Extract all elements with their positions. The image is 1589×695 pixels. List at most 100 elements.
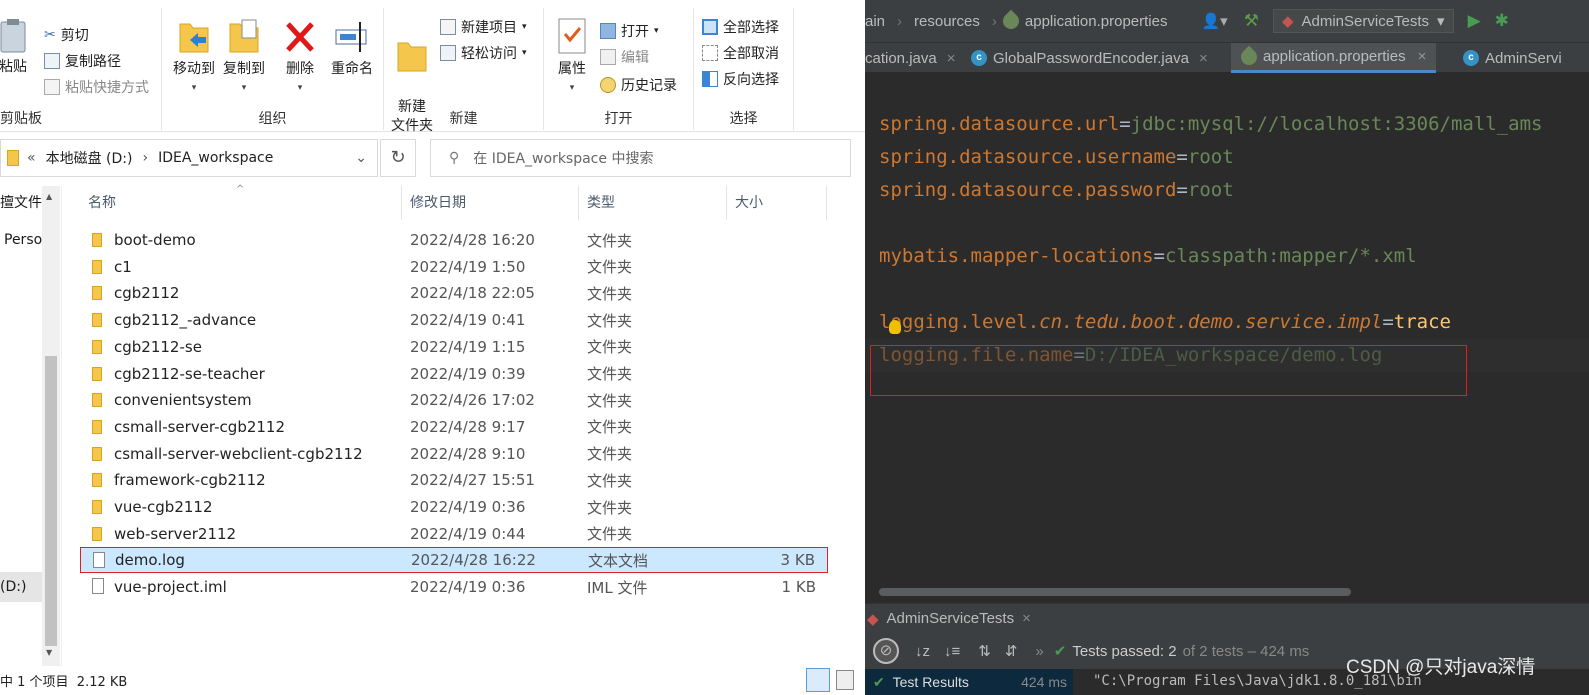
large-icons-view-icon[interactable] bbox=[836, 670, 854, 690]
details-view-icon[interactable] bbox=[806, 668, 830, 692]
collapse-all-icon[interactable]: ⇵ bbox=[1005, 642, 1018, 660]
vertical-scrollbar[interactable]: ▲ ▼ bbox=[42, 186, 60, 666]
editor-tabs: cation.java × c GlobalPasswordEncoder.ja… bbox=[865, 42, 1589, 73]
address-bar[interactable]: « 本地磁盘 (D:) › IDEA_workspace ⌄ bbox=[0, 139, 378, 177]
new-item-button[interactable]: 新建项目 ▾ bbox=[440, 16, 527, 38]
chevron-down-icon[interactable]: ⌄ bbox=[355, 150, 367, 166]
tab-application-properties[interactable]: application.properties × bbox=[1231, 42, 1437, 73]
nav-item-docs[interactable]: 擅文件 bbox=[0, 192, 42, 212]
chevron-right-icon[interactable]: › bbox=[142, 150, 148, 166]
breadcrumb-file[interactable]: application.properties bbox=[1025, 13, 1168, 30]
file-row[interactable]: c1 2022/4/19 1:50 文件夹 bbox=[80, 254, 828, 280]
edit-button[interactable]: 编辑 bbox=[600, 46, 649, 68]
file-date: 2022/4/19 0:36 bbox=[410, 578, 526, 597]
file-row[interactable]: vue-cgb2112 2022/4/19 0:36 文件夹 bbox=[80, 494, 828, 520]
file-row[interactable]: boot-demo 2022/4/28 16:20 文件夹 bbox=[80, 227, 828, 253]
select-none-button[interactable]: 全部取消 bbox=[702, 42, 779, 64]
select-all-button[interactable]: 全部选择 bbox=[702, 16, 779, 38]
stop-circle-icon[interactable]: ⊘ bbox=[873, 638, 899, 664]
delete-button[interactable]: 删除 ▾ bbox=[278, 16, 322, 98]
chevron-down-icon: ▾ bbox=[297, 83, 303, 93]
cut-button[interactable]: ✂ 剪切 bbox=[44, 24, 89, 46]
paste-shortcut-button[interactable]: 粘贴快捷方式 bbox=[44, 76, 149, 98]
file-row[interactable]: cgb2112-se-teacher 2022/4/19 0:39 文件夹 bbox=[80, 361, 828, 387]
breadcrumb-drive[interactable]: 本地磁盘 (D:) bbox=[46, 148, 133, 168]
nav-item-personal[interactable]: Perso bbox=[4, 232, 42, 248]
file-row[interactable]: cgb2112 2022/4/18 22:05 文件夹 bbox=[80, 280, 828, 306]
property-key: spring.datasource.username bbox=[879, 146, 1177, 168]
breadcrumb-folder[interactable]: IDEA_workspace bbox=[158, 150, 273, 166]
rename-label: 重命名 bbox=[331, 61, 373, 77]
history-button[interactable]: 历史记录 bbox=[600, 74, 677, 96]
file-type: 文件夹 bbox=[587, 284, 633, 303]
expand-all-icon[interactable]: ⇅ bbox=[978, 642, 991, 660]
debug-bug-icon[interactable]: ✱ bbox=[1495, 11, 1509, 31]
file-row[interactable]: framework-cgb2112 2022/4/27 15:51 文件夹 bbox=[80, 467, 828, 493]
move-to-button[interactable]: 移动到 ▾ bbox=[170, 16, 218, 98]
paste-button[interactable]: 粘贴 bbox=[0, 18, 32, 77]
file-row[interactable]: web-server2112 2022/4/19 0:44 文件夹 bbox=[80, 521, 828, 547]
file-row[interactable]: vue-project.iml 2022/4/19 0:36 IML 文件 1 KB bbox=[80, 574, 828, 600]
invert-selection-button[interactable]: 反向选择 bbox=[702, 68, 779, 90]
folder-icon bbox=[92, 500, 102, 514]
test-time-label: 424 ms bbox=[1021, 674, 1067, 690]
scroll-up-icon[interactable]: ▲ bbox=[46, 192, 52, 201]
search-input[interactable]: ⚲ 在 IDEA_workspace 中搜索 bbox=[430, 139, 851, 177]
close-icon[interactable]: × bbox=[1418, 42, 1427, 71]
file-row[interactable]: demo.log 2022/4/28 16:22 文本文档 3 KB bbox=[80, 547, 828, 574]
file-row[interactable]: cgb2112-se 2022/4/19 1:15 文件夹 bbox=[80, 334, 828, 360]
lightbulb-icon[interactable] bbox=[889, 320, 901, 334]
invert-selection-label: 反向选择 bbox=[723, 72, 779, 88]
column-header-date[interactable]: 修改日期 bbox=[402, 186, 579, 220]
build-hammer-icon[interactable]: ⚒ bbox=[1244, 11, 1259, 31]
rename-button[interactable]: 重命名 bbox=[324, 16, 380, 79]
copy-path-button[interactable]: 复制路径 bbox=[44, 50, 121, 72]
file-row[interactable]: convenientsystem 2022/4/26 17:02 文件夹 bbox=[80, 387, 828, 413]
breadcrumb-main[interactable]: ain bbox=[865, 13, 885, 30]
nav-item-drive-d[interactable]: (D:) bbox=[0, 572, 42, 602]
close-icon[interactable]: × bbox=[947, 44, 956, 73]
refresh-button[interactable]: ↻ bbox=[380, 139, 416, 177]
editor-horizontal-scrollbar[interactable] bbox=[879, 588, 1351, 596]
spring-leaf-icon bbox=[999, 9, 1023, 33]
sort-duration-icon[interactable]: ↓≡ bbox=[944, 643, 960, 660]
folder-icon bbox=[92, 339, 102, 354]
breadcrumb-overflow[interactable]: « bbox=[27, 150, 36, 166]
chevron-down-icon: ▾ bbox=[654, 26, 659, 36]
file-row[interactable]: csmall-server-webclient-cgb2112 2022/4/28… bbox=[80, 441, 828, 467]
check-icon: ✔ bbox=[873, 674, 885, 690]
code-line-2: spring.datasource.username=root bbox=[879, 146, 1234, 168]
column-header-size[interactable]: 大小 bbox=[727, 186, 827, 220]
more-icon[interactable]: » bbox=[1035, 643, 1043, 660]
easy-access-button[interactable]: 轻松访问 ▾ bbox=[440, 42, 527, 64]
scrollbar-thumb[interactable] bbox=[45, 356, 57, 646]
scissors-icon: ✂ bbox=[44, 27, 56, 43]
code-editor[interactable]: spring.datasource.url=jdbc:mysql://local… bbox=[879, 108, 1542, 372]
close-icon[interactable]: × bbox=[1199, 44, 1208, 73]
test-results-node[interactable]: ✔ Test Results 424 ms bbox=[865, 669, 1073, 695]
open-button[interactable]: 打开 ▾ bbox=[600, 20, 659, 42]
folder-icon bbox=[92, 259, 102, 274]
file-icon bbox=[92, 578, 104, 595]
breadcrumb-resources[interactable]: resources bbox=[914, 13, 980, 30]
column-header-type[interactable]: 类型 bbox=[579, 186, 727, 220]
tab-global-password-encoder[interactable]: c GlobalPasswordEncoder.java × bbox=[971, 43, 1208, 73]
properties-button[interactable]: 属性 ▾ bbox=[552, 16, 592, 98]
chevron-down-icon: ▾ bbox=[569, 83, 575, 93]
tab-application-java[interactable]: cation.java × bbox=[865, 43, 955, 73]
sort-alpha-icon[interactable]: ↓z bbox=[915, 643, 930, 660]
user-icon[interactable]: 👤▾ bbox=[1201, 12, 1227, 30]
paste-shortcut-icon bbox=[44, 79, 60, 95]
close-icon[interactable]: × bbox=[1022, 610, 1031, 627]
test-results-label: Test Results bbox=[892, 674, 969, 690]
file-row[interactable]: csmall-server-cgb2112 2022/4/28 9:17 文件夹 bbox=[80, 414, 828, 440]
tab-admin-service[interactable]: c AdminServi bbox=[1463, 43, 1562, 73]
file-type: 文件夹 bbox=[587, 418, 633, 437]
file-date: 2022/4/27 15:51 bbox=[410, 471, 535, 490]
run-icon[interactable]: ▶ bbox=[1468, 11, 1481, 31]
file-row[interactable]: cgb2112_-advance 2022/4/19 0:41 文件夹 bbox=[80, 307, 828, 333]
copy-to-button[interactable]: 复制到 ▾ bbox=[220, 16, 268, 98]
run-tab-label[interactable]: AdminServiceTests bbox=[887, 610, 1015, 627]
run-config-selector[interactable]: ◆ AdminServiceTests ▾ bbox=[1272, 9, 1454, 33]
scroll-down-icon[interactable]: ▼ bbox=[46, 648, 52, 657]
